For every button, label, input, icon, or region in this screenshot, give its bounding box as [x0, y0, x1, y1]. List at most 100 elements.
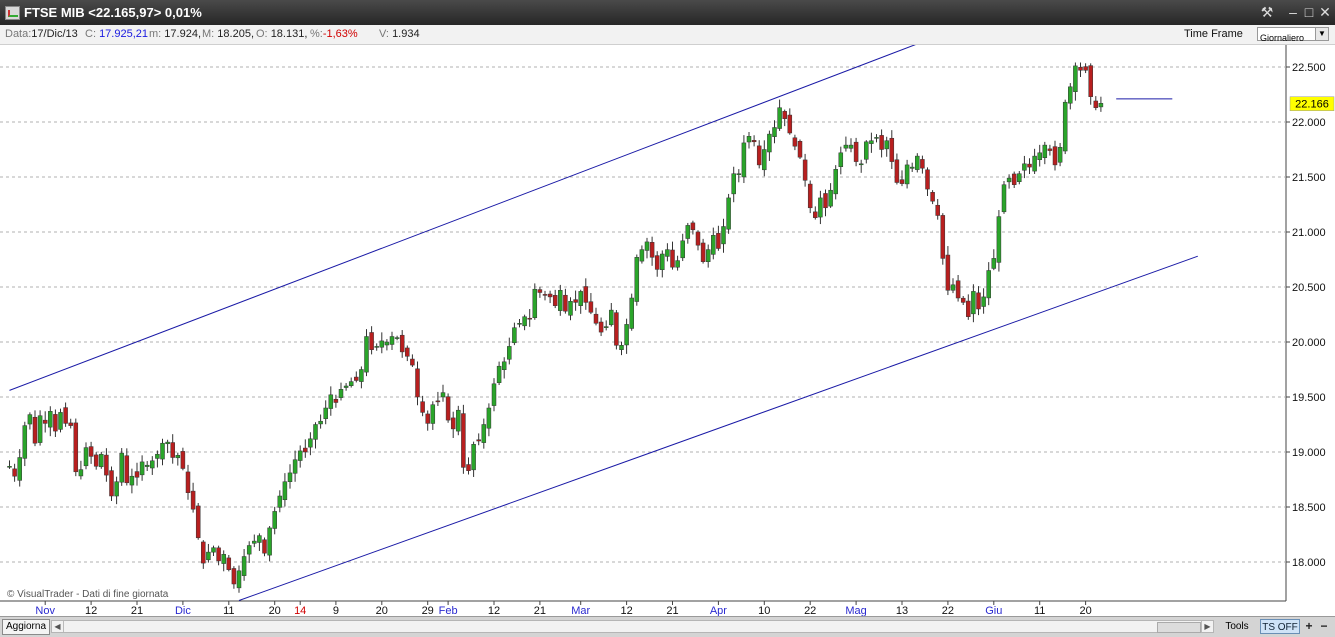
candle-up: [578, 291, 583, 306]
candle-up: [257, 535, 262, 543]
candle-up: [236, 570, 242, 589]
candle-up: [364, 336, 369, 373]
candle-up: [206, 551, 211, 561]
candle-up: [869, 140, 874, 144]
candle-up: [491, 383, 497, 406]
scroll-thumb[interactable]: [1157, 622, 1201, 633]
candle-down: [399, 334, 405, 353]
y-tick-label: 22.500: [1292, 62, 1326, 74]
x-tick-label: Feb: [439, 605, 458, 616]
y-tick-label: 21.500: [1292, 172, 1326, 184]
tools-wrench-icon[interactable]: ⚒: [1258, 3, 1276, 21]
candle-down: [88, 446, 94, 457]
timeframe-select[interactable]: Giornaliero ▼: [1257, 27, 1329, 43]
candle-down: [354, 376, 359, 381]
candle-down: [1011, 173, 1017, 185]
candle-up: [644, 241, 650, 251]
candle-up: [762, 149, 767, 171]
timeframe-label: Time Frame: [1184, 28, 1243, 40]
candle-up: [384, 341, 390, 346]
x-tick-label: Giu: [985, 605, 1002, 616]
candle-down: [940, 215, 946, 259]
horizontal-scrollbar[interactable]: ◀ ▶: [51, 620, 1214, 633]
close-readout: C: 17.925,21: [85, 28, 148, 40]
candle-down: [945, 254, 951, 291]
candle-down: [216, 547, 221, 562]
candle-up: [430, 404, 436, 424]
candle-down: [333, 398, 339, 403]
candle-down: [787, 114, 793, 134]
candle-down: [527, 317, 532, 320]
y-tick-label: 20.500: [1292, 282, 1326, 294]
candle-up: [297, 450, 303, 461]
candle-down: [369, 332, 374, 350]
candle-up: [1032, 155, 1037, 172]
x-tick-label: 13: [896, 605, 908, 616]
candle-up: [1057, 147, 1063, 163]
candle-up: [328, 394, 334, 409]
tools-button[interactable]: Tools: [1218, 620, 1256, 633]
candle-up: [517, 323, 522, 325]
candle-up: [507, 346, 512, 360]
zoom-in-button[interactable]: +: [1302, 619, 1316, 633]
candle-down: [935, 204, 940, 216]
price-chart[interactable]: 22.500 22.000 21.500 21.000 20.500 20.000 19.5…: [0, 45, 1335, 616]
candle-up: [155, 453, 160, 459]
candle-down: [1052, 146, 1058, 166]
candle-up: [1001, 184, 1007, 213]
percent-value: -1,63%: [322, 28, 358, 40]
candle-up: [114, 481, 119, 497]
date-readout: Data:17/Dic/13: [5, 28, 78, 40]
x-tick-label: 12: [85, 605, 97, 616]
candle-up: [685, 225, 691, 239]
candle-down: [1093, 100, 1099, 108]
candle-up: [818, 197, 823, 218]
candle-up: [660, 253, 665, 270]
candle-down: [782, 111, 787, 119]
title-bar: FTSE MIB <22.165,97> 0,01% ⚒ ‒ □ ✕: [0, 0, 1335, 25]
x-tick-label: 14: [294, 605, 306, 616]
max-value: 18.205,: [217, 28, 254, 40]
candle-up: [165, 441, 170, 445]
candle-up: [17, 457, 22, 481]
candle-up: [440, 392, 446, 398]
candle-down: [670, 249, 675, 268]
y-tick-label: 19.000: [1292, 447, 1326, 459]
candle-down: [1027, 163, 1032, 168]
max-readout: M: 18.205,: [202, 28, 254, 40]
scroll-right-icon[interactable]: ▶: [1201, 621, 1213, 632]
ts-off-button[interactable]: TS OFF: [1260, 619, 1300, 634]
candle-up: [7, 466, 12, 468]
last-value-marker: 22.166: [1289, 96, 1335, 111]
candle-down: [180, 451, 186, 469]
candle-down: [542, 294, 548, 296]
candle-down: [461, 413, 466, 468]
x-tick-label: 12: [488, 605, 500, 616]
candle-up: [486, 407, 492, 429]
bottom-toolbar: Aggiorna ◀ ▶ Tools TS OFF + −: [0, 616, 1335, 637]
close-icon[interactable]: ✕: [1316, 3, 1334, 21]
candle-up: [99, 453, 104, 468]
x-tick-label: 11: [1034, 605, 1045, 616]
candle-down: [476, 439, 481, 442]
zoom-out-button[interactable]: −: [1317, 619, 1331, 633]
scroll-left-icon[interactable]: ◀: [52, 621, 64, 632]
window-title: FTSE MIB <22.165,97> 0,01%: [24, 5, 202, 20]
chevron-down-icon[interactable]: ▼: [1315, 28, 1328, 40]
candle-up: [609, 309, 614, 326]
aggiorna-button[interactable]: Aggiorna: [2, 619, 50, 635]
candle-down: [930, 192, 935, 202]
candle-up: [884, 140, 889, 150]
candle-down: [201, 541, 206, 564]
candle-up: [639, 249, 645, 262]
candle-up: [986, 270, 991, 299]
candle-down: [547, 293, 553, 298]
x-tick-label: 10: [758, 605, 770, 616]
y-tick-label: 18.500: [1292, 502, 1326, 514]
candle-up: [532, 288, 538, 319]
candle-up: [313, 424, 318, 440]
candle-down: [716, 233, 721, 249]
candle-down: [445, 396, 451, 421]
candle-up: [481, 424, 487, 443]
y-tick-label: 22.000: [1292, 117, 1326, 129]
